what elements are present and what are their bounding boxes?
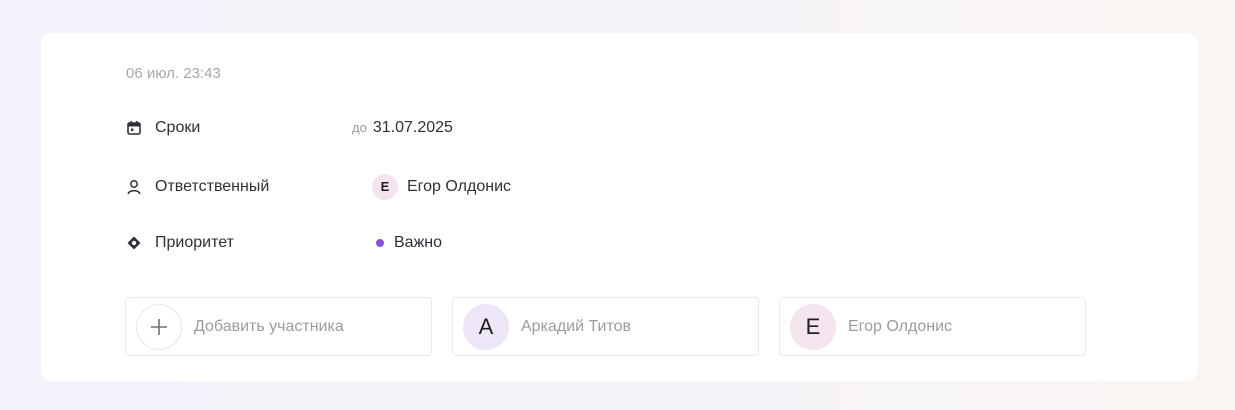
deadline-row: Сроки bbox=[125, 117, 200, 139]
member-card[interactable]: А Аркадий Титов bbox=[452, 297, 759, 356]
member-avatar: А bbox=[463, 303, 509, 350]
add-member-label: Добавить участника bbox=[194, 317, 344, 335]
owner-label: Ответственный bbox=[155, 178, 270, 195]
priority-value[interactable]: Важно bbox=[376, 232, 442, 254]
member-name: Аркадий Титов bbox=[521, 317, 632, 335]
member-name: Егор Олдонис bbox=[848, 317, 953, 335]
member-avatar: Е bbox=[790, 303, 836, 350]
calendar-icon bbox=[125, 119, 143, 137]
task-details-card: 06 июл. 23:43 Сроки до 31.07.2025 Ответс… bbox=[41, 33, 1198, 381]
diamond-icon bbox=[125, 234, 143, 252]
priority-row: Приоритет bbox=[125, 232, 234, 254]
owner-avatar: Е bbox=[372, 174, 398, 200]
deadline-label: Сроки bbox=[155, 119, 201, 136]
deadline-prefix: до bbox=[352, 120, 367, 135]
plus-icon bbox=[136, 303, 182, 350]
add-member-button[interactable]: Добавить участника bbox=[125, 297, 432, 356]
owner-value[interactable]: Е Егор Олдонис bbox=[372, 174, 511, 200]
deadline-value[interactable]: до 31.07.2025 bbox=[352, 117, 453, 139]
person-icon bbox=[125, 178, 143, 196]
owner-name: Егор Олдонис bbox=[407, 178, 512, 195]
owner-row: Ответственный bbox=[125, 176, 269, 198]
deadline-date: 31.07.2025 bbox=[372, 119, 453, 136]
task-timestamp: 06 июл. 23:43 bbox=[126, 65, 221, 82]
priority-dot bbox=[376, 239, 384, 247]
member-card[interactable]: Е Егор Олдонис bbox=[779, 297, 1086, 356]
priority-label: Приоритет bbox=[155, 234, 234, 251]
priority-text: Важно bbox=[394, 234, 443, 251]
members-list: Добавить участника А Аркадий Титов Е Его… bbox=[125, 297, 1086, 356]
